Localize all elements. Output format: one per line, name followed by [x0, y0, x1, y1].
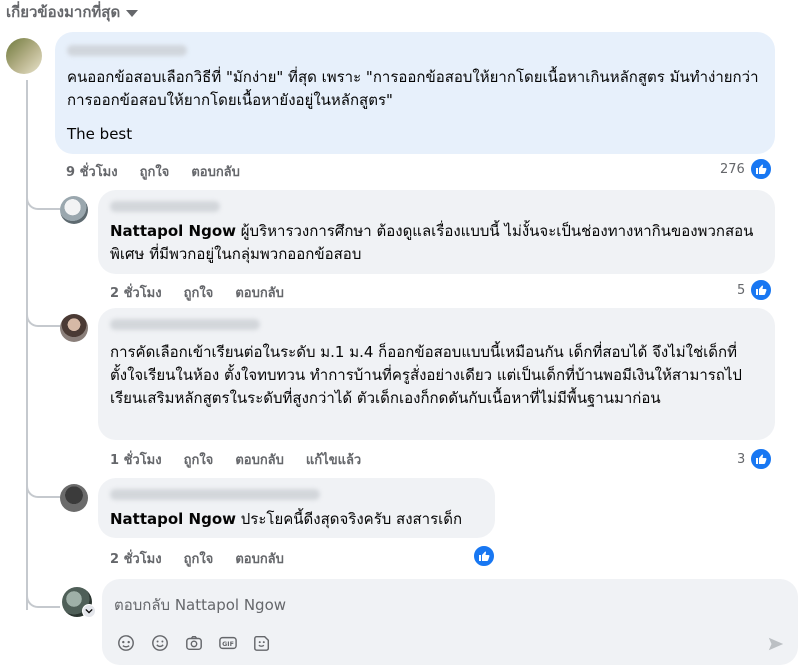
sticker-icon[interactable]: [116, 633, 136, 653]
mention-link[interactable]: Nattapol Ngow: [110, 222, 236, 240]
reaction-count[interactable]: 5: [737, 278, 774, 302]
thread-line: [26, 80, 28, 610]
comment-actions: 2 ชั่วโมง ถูกใจ ตอบกลับ: [110, 282, 284, 303]
like-icon: [748, 157, 773, 181]
reaction-count[interactable]: 3: [737, 447, 774, 471]
comment-text: Nattapol Ngow ผู้บริหารวงการศึกษา ต้องดู…: [110, 220, 765, 266]
reply-button[interactable]: ตอบกลับ: [235, 449, 284, 470]
comment-bubble: Nattapol Ngow ผู้บริหารวงการศึกษา ต้องดู…: [98, 190, 775, 274]
edited-label[interactable]: แก้ไขแล้ว: [306, 449, 361, 470]
thread-branch: [26, 476, 60, 498]
chevron-down-icon: [126, 9, 139, 17]
reaction-count[interactable]: 276: [720, 157, 773, 181]
like-icon: [472, 544, 496, 568]
reply-input[interactable]: ตอบกลับ Nattapol Ngow GIF: [102, 579, 798, 665]
comment-text: การคัดเลือกเข้าเรียนต่อในระดับ ม.1 ม.4 ก…: [110, 343, 742, 407]
reaction-count-value: 3: [737, 451, 746, 467]
thread-branch: [26, 586, 60, 608]
comment-text: Nattapol Ngow ประโยคนี้ดีงสุดจริงครับ สง…: [110, 508, 490, 531]
reaction-count-value: 276: [720, 161, 745, 177]
redacted-author-name[interactable]: [67, 45, 187, 56]
like-button[interactable]: ถูกใจ: [184, 282, 214, 303]
reply-button[interactable]: ตอบกลับ: [235, 282, 284, 303]
chevron-down-icon[interactable]: [82, 604, 96, 618]
sort-label: เกี่ยวข้องมากที่สุด: [6, 3, 121, 21]
comment-time[interactable]: 1 ชั่วโมง: [110, 449, 162, 470]
send-icon[interactable]: [766, 634, 786, 654]
comment-actions: 2 ชั่วโมง ถูกใจ ตอบกลับ: [110, 548, 284, 569]
comment-time[interactable]: 2 ชั่วโมง: [110, 282, 162, 303]
avatar[interactable]: [6, 38, 42, 74]
redacted-author-name[interactable]: [110, 201, 220, 212]
avatar[interactable]: [60, 196, 88, 224]
comment-bubble: คนออกข้อสอบเลือกวิธีที่ "มักง่าย" ที่สุด…: [55, 32, 775, 154]
reply-placeholder: ตอบกลับ Nattapol Ngow: [114, 596, 287, 614]
sort-dropdown[interactable]: เกี่ยวข้องมากที่สุด: [6, 0, 139, 24]
gif-icon[interactable]: GIF: [218, 633, 238, 653]
reply-button[interactable]: ตอบกลับ: [235, 548, 284, 569]
reaction-count-value: 5: [737, 282, 746, 298]
like-icon: [749, 278, 774, 302]
like-button[interactable]: ถูกใจ: [184, 548, 214, 569]
emoji-icon[interactable]: [150, 633, 170, 653]
comment-bubble: Nattapol Ngow ประโยคนี้ดีงสุดจริงครับ สง…: [98, 478, 495, 538]
svg-text:GIF: GIF: [222, 641, 234, 648]
comment-actions: 1 ชั่วโมง ถูกใจ ตอบกลับ แก้ไขแล้ว: [110, 449, 361, 470]
redacted-author-name[interactable]: [110, 319, 260, 330]
comment-bubble: การคัดเลือกเข้าเรียนต่อในระดับ ม.1 ม.4 ก…: [98, 308, 775, 440]
camera-icon[interactable]: [184, 633, 204, 653]
comment-body: ประโยคนี้ดีงสุดจริงครับ สงสารเด็ก: [236, 510, 463, 528]
reaction-icon[interactable]: [472, 544, 496, 568]
like-button[interactable]: ถูกใจ: [140, 161, 170, 182]
like-button[interactable]: ถูกใจ: [184, 449, 214, 470]
composer-toolbar: GIF: [116, 633, 272, 653]
comment-text-line: The best: [67, 125, 133, 143]
mention-link[interactable]: Nattapol Ngow: [110, 510, 236, 528]
like-icon: [749, 447, 774, 471]
avatar-sticker-icon[interactable]: [252, 633, 272, 653]
redacted-author-name[interactable]: [110, 489, 320, 500]
comment-text: คนออกข้อสอบเลือกวิธีที่ "มักง่าย" ที่สุด…: [67, 68, 759, 109]
comment-actions: 9 ชั่วโมง ถูกใจ ตอบกลับ: [66, 161, 240, 182]
avatar[interactable]: [60, 484, 88, 512]
avatar[interactable]: [60, 314, 88, 342]
comment-time[interactable]: 2 ชั่วโมง: [110, 548, 162, 569]
reply-button[interactable]: ตอบกลับ: [191, 161, 240, 182]
thread-branch: [26, 188, 60, 210]
thread-branch: [26, 305, 60, 327]
comment-time[interactable]: 9 ชั่วโมง: [66, 161, 118, 182]
